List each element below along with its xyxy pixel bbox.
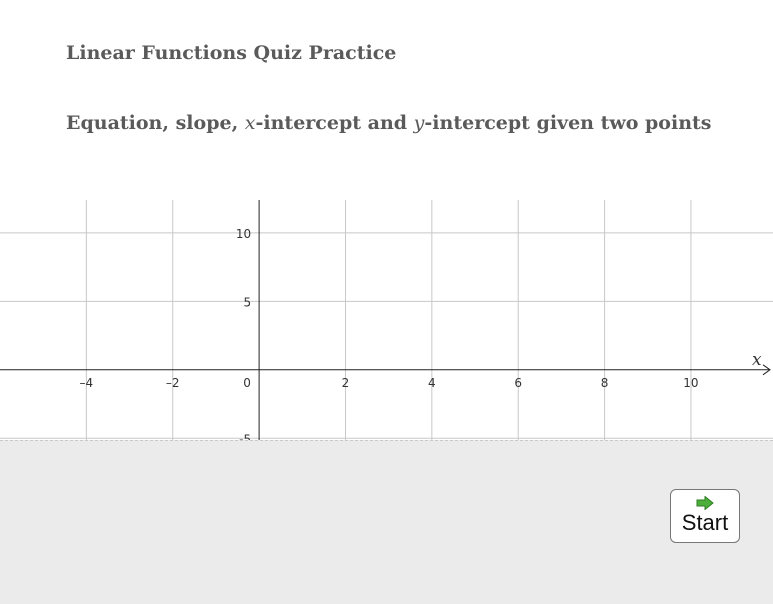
- x-tick-label: –4: [80, 376, 94, 390]
- x-axis-label: x: [752, 350, 762, 370]
- tick-labels: –4 –2 2 4 6 8 100105-5x: [80, 227, 762, 441]
- x-tick-label: 8: [601, 376, 609, 390]
- start-button-label: Start: [681, 510, 729, 535]
- x-tick-label: 6: [514, 376, 522, 390]
- y-tick-label: 10: [236, 227, 251, 241]
- start-button[interactable]: Start: [670, 489, 740, 543]
- x-tick-label: 4: [428, 376, 436, 390]
- subtitle-part3: -intercept given two points: [424, 112, 712, 134]
- graph-view[interactable]: –4 –2 2 4 6 8 10 0 10 5 -5 x: [0, 200, 773, 441]
- graph-canvas[interactable]: –4 –2 2 4 6 8 100105-5x: [0, 200, 773, 441]
- grid-lines: [0, 200, 773, 441]
- page-subtitle: Equation, slope, x-intercept and y-inter…: [66, 112, 711, 134]
- x-tick-label: 2: [342, 376, 350, 390]
- subtitle-y-var: y: [413, 112, 425, 134]
- y-tick-label: 5: [243, 295, 251, 309]
- subtitle-part1: Equation, slope,: [66, 112, 245, 134]
- x-tick-label: 10: [683, 376, 698, 390]
- page-title: Linear Functions Quiz Practice: [66, 42, 397, 64]
- control-panel: [0, 440, 773, 604]
- subtitle-x-var: x: [244, 112, 256, 134]
- axes: [0, 200, 771, 441]
- subtitle-part2: -intercept and: [255, 112, 414, 134]
- green-arrow-right-icon: [696, 496, 714, 510]
- x-tick-label: –2: [166, 376, 180, 390]
- origin-label: 0: [243, 376, 251, 390]
